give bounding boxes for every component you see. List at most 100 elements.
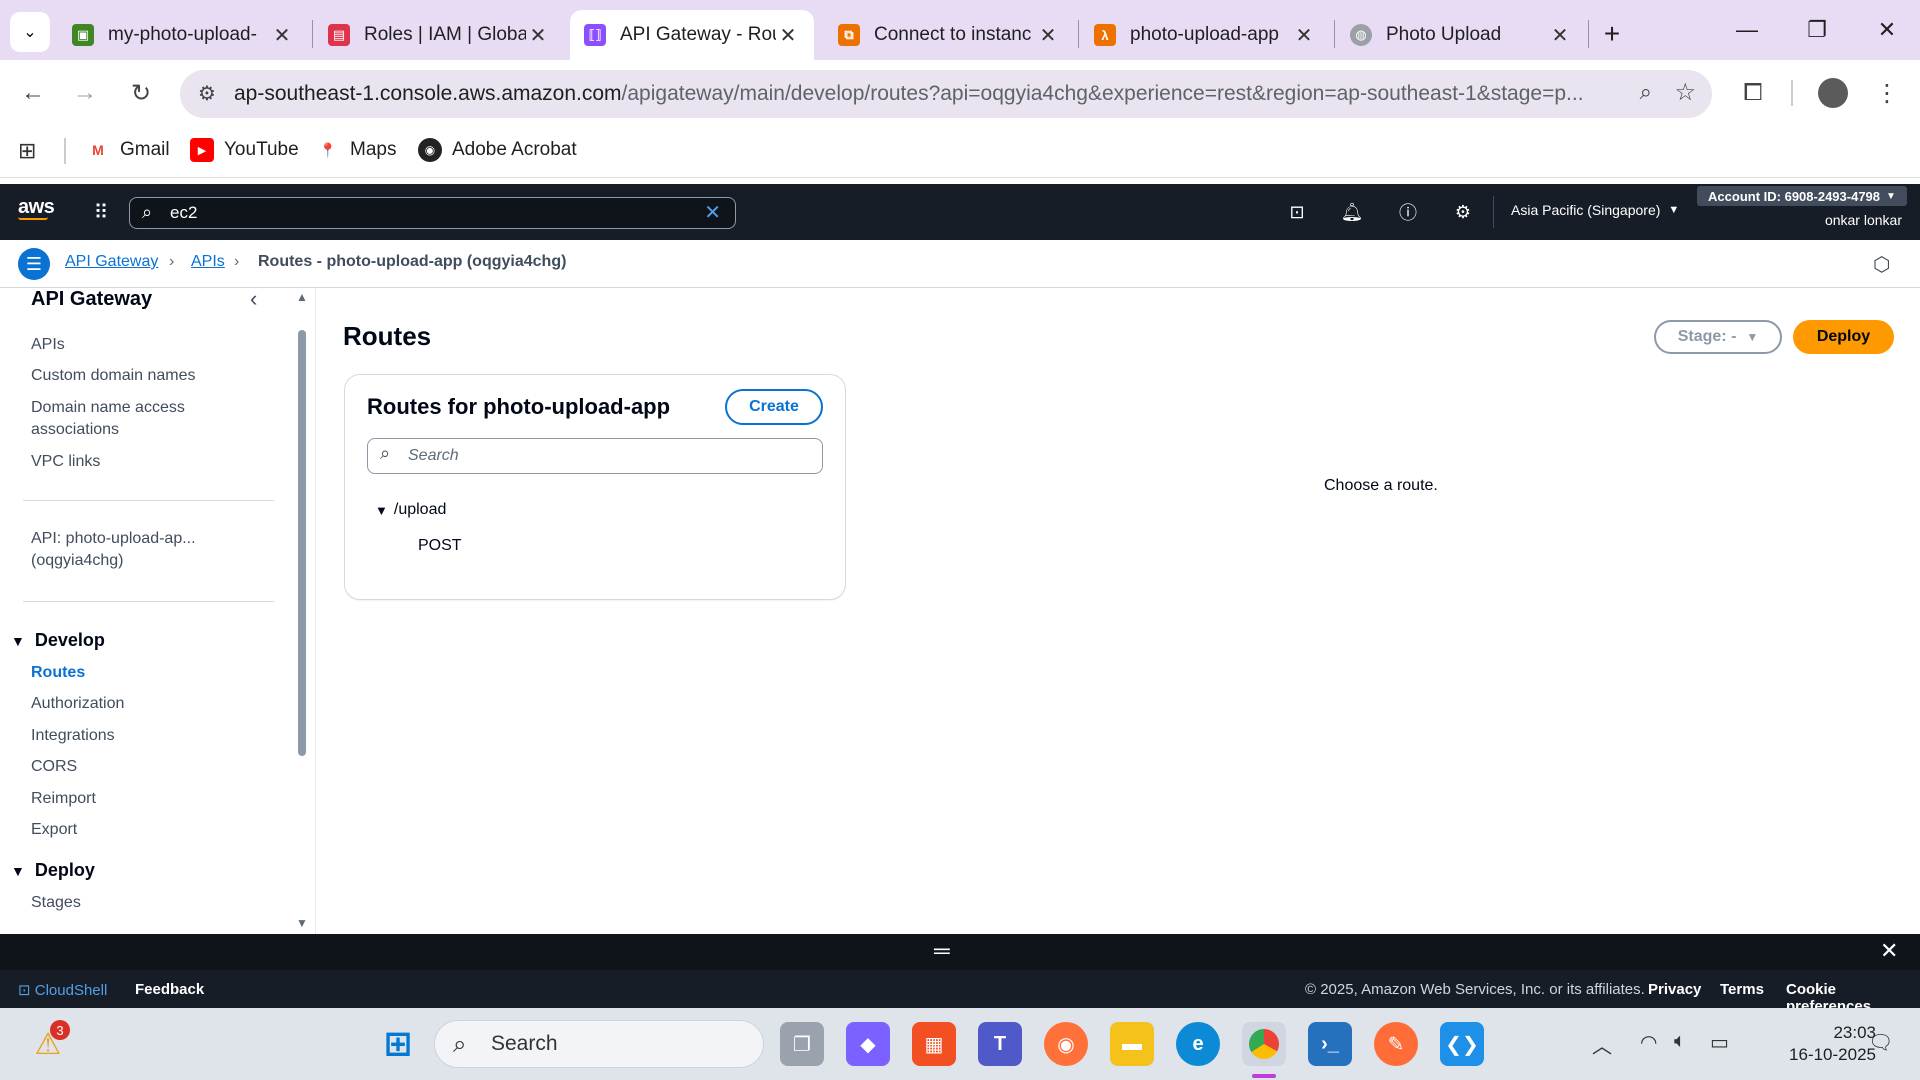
sidebar-item-reimport[interactable]: Reimport: [31, 788, 96, 810]
bookmark-youtube[interactable]: ▶ YouTube: [190, 138, 299, 162]
tab-search-button[interactable]: ⌄: [10, 12, 50, 52]
user-name[interactable]: onkar lonkar: [1750, 212, 1902, 228]
close-icon[interactable]: ✕: [1292, 23, 1316, 48]
breadcrumb-api-gateway[interactable]: API Gateway: [65, 253, 158, 271]
vscode-icon[interactable]: ❮❯: [1440, 1022, 1484, 1066]
wifi-icon[interactable]: ◠: [1640, 1030, 1657, 1055]
close-icon[interactable]: ✕: [1880, 938, 1898, 964]
sidebar-item-cors[interactable]: CORS: [31, 756, 77, 778]
browser-tab-ec2[interactable]: ⧉ Connect to instanc ✕: [824, 10, 1074, 60]
feedback-link[interactable]: Feedback: [135, 981, 204, 998]
region-selector[interactable]: Asia Pacific (Singapore) ▼: [1511, 202, 1679, 218]
task-view-icon[interactable]: ❐: [780, 1022, 824, 1066]
collapse-sidebar-icon[interactable]: ‹: [250, 288, 257, 312]
scrollbar-thumb[interactable]: [298, 330, 306, 756]
sidebar-section-deploy[interactable]: ▼ Deploy: [11, 860, 95, 881]
sidebar-item-vpc-links[interactable]: VPC links: [31, 451, 100, 473]
new-tab-button[interactable]: +: [1592, 14, 1632, 54]
settings-gear-icon[interactable]: ⚙: [1449, 198, 1477, 226]
bookmark-acrobat[interactable]: ◉ Adobe Acrobat: [418, 138, 577, 162]
cloudshell-icon[interactable]: ⊡: [1283, 198, 1311, 226]
notifications-bell-icon[interactable]: 🔔︎: [1338, 198, 1366, 226]
bookmark-maps[interactable]: 📍 Maps: [316, 138, 396, 162]
notification-center-icon[interactable]: 🗨︎: [1868, 1030, 1893, 1055]
close-icon[interactable]: ✕: [526, 23, 550, 48]
privacy-link[interactable]: Privacy: [1648, 981, 1701, 998]
profile-avatar[interactable]: [1818, 78, 1848, 108]
copilot-icon[interactable]: ◆: [846, 1022, 890, 1066]
browser-tab-api-gateway[interactable]: ⟦⟧ API Gateway - Rou ✕: [570, 10, 814, 60]
taskbar-search[interactable]: ⌕ Search: [434, 1020, 764, 1068]
tray-overflow-icon[interactable]: ︿: [1592, 1030, 1612, 1059]
create-route-button[interactable]: Create: [725, 389, 823, 425]
services-grid-icon[interactable]: ⠿: [87, 198, 115, 226]
help-icon[interactable]: ⓘ: [1394, 198, 1422, 226]
forward-button[interactable]: →: [64, 72, 106, 114]
deploy-button[interactable]: Deploy: [1793, 320, 1894, 354]
bookmark-gmail[interactable]: M Gmail: [86, 138, 169, 162]
extensions-button[interactable]: ⧠: [1732, 72, 1774, 114]
chrome-taskbar-icon[interactable]: [1242, 1022, 1286, 1066]
route-tree-item-upload[interactable]: ▼ /upload: [375, 501, 446, 519]
sidebar-section-develop[interactable]: ▼ Develop: [11, 630, 105, 651]
sidebar-api-label[interactable]: API: photo-upload-ap... (oqgyia4chg): [31, 528, 221, 572]
file-explorer-icon[interactable]: ▬: [1110, 1022, 1154, 1066]
stage-select[interactable]: Stage: - ▼: [1654, 320, 1782, 354]
system-clock[interactable]: 23:03 16-10-2025: [1756, 1022, 1876, 1066]
account-id-badge[interactable]: Account ID: 6908-2493-4798 ▼: [1697, 186, 1907, 206]
sidebar-item-routes[interactable]: Routes: [31, 662, 85, 684]
aws-search-input[interactable]: ⌕ ec2 ✕: [129, 197, 736, 229]
edge-icon[interactable]: e: [1176, 1022, 1220, 1066]
battery-icon[interactable]: ▭: [1710, 1030, 1729, 1055]
bookmark-star-icon[interactable]: ☆: [1668, 78, 1696, 107]
sidebar-item-integrations[interactable]: Integrations: [31, 725, 115, 747]
sidebar-item-apis[interactable]: APIs: [31, 334, 65, 356]
reload-button[interactable]: ↻: [120, 72, 162, 114]
sidebar-title[interactable]: API Gateway: [31, 288, 152, 311]
browser-tab-lambda[interactable]: λ photo-upload-app ✕: [1080, 10, 1330, 60]
close-icon[interactable]: ✕: [776, 23, 800, 48]
terms-link[interactable]: Terms: [1720, 981, 1764, 998]
browser-tab-iam[interactable]: ▤ Roles | IAM | Globa ✕: [314, 10, 564, 60]
firefox-icon[interactable]: ◉: [1044, 1022, 1088, 1066]
teams-icon[interactable]: T: [978, 1022, 1022, 1066]
sidebar-item-domain-name-access[interactable]: Domain name access associations: [31, 397, 211, 441]
drag-handle-icon[interactable]: ═: [934, 938, 950, 964]
address-bar[interactable]: ⚙ ap-southeast-1.console.aws.amazon.com /…: [180, 70, 1712, 118]
close-icon[interactable]: ✕: [270, 23, 294, 48]
sidebar-item-export[interactable]: Export: [31, 819, 77, 841]
close-icon[interactable]: ✕: [1036, 23, 1060, 48]
aws-logo[interactable]: aws: [18, 196, 55, 220]
scroll-up-icon[interactable]: ▲: [296, 290, 308, 304]
apps-grid-icon[interactable]: ⊞: [18, 138, 44, 164]
restore-button[interactable]: ❐: [1794, 8, 1840, 52]
close-icon[interactable]: ✕: [1548, 23, 1572, 48]
sidebar-scrollbar[interactable]: ▲ ▼: [294, 288, 310, 934]
postman-icon[interactable]: ✎: [1374, 1022, 1418, 1066]
browser-tab-photo-upload[interactable]: ◍ Photo Upload ✕: [1336, 10, 1586, 60]
breadcrumb-apis[interactable]: APIs: [191, 253, 225, 271]
back-button[interactable]: ←: [12, 72, 54, 114]
minimize-button[interactable]: —: [1724, 8, 1770, 52]
ms-store-icon[interactable]: ▦: [912, 1022, 956, 1066]
windows-start-icon[interactable]: ⊞: [376, 1022, 420, 1066]
zoom-icon[interactable]: ⌕: [1633, 79, 1652, 105]
tools-hexagon-icon[interactable]: ⬡: [1873, 252, 1890, 277]
clear-search-icon[interactable]: ✕: [704, 200, 721, 225]
scroll-down-icon[interactable]: ▼: [296, 916, 308, 930]
route-method-post[interactable]: POST: [418, 537, 462, 555]
sidebar-item-custom-domain-names[interactable]: Custom domain names: [31, 365, 196, 387]
hamburger-menu-icon[interactable]: ☰: [18, 248, 50, 280]
site-info-icon[interactable]: ⚙: [198, 81, 216, 106]
close-window-button[interactable]: ✕: [1864, 8, 1910, 52]
cloudshell-link[interactable]: ⊡ CloudShell: [18, 981, 107, 999]
powershell-icon[interactable]: ›_: [1308, 1022, 1352, 1066]
route-search-input[interactable]: ⌕ Search: [367, 438, 823, 474]
browser-tab-s3[interactable]: ▣ my-photo-upload- ✕: [58, 10, 308, 60]
browser-menu-button[interactable]: ⋮: [1866, 72, 1908, 114]
sidebar-item-stages[interactable]: Stages: [31, 892, 81, 914]
sidebar-item-authorization[interactable]: Authorization: [31, 693, 124, 715]
caret-down-icon[interactable]: ▼: [375, 503, 388, 518]
api-gateway-icon: ⟦⟧: [584, 24, 606, 46]
volume-icon[interactable]: 🔈︎: [1674, 1030, 1686, 1053]
